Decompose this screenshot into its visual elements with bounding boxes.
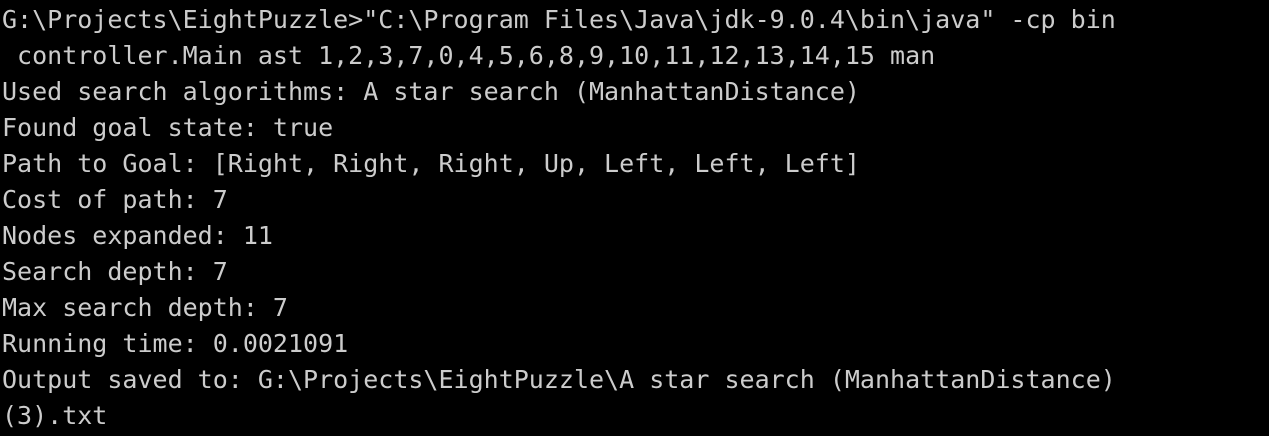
command-line: G:\Projects\EightPuzzle>"C:\Program File… xyxy=(2,5,1116,34)
output-max-search-depth: Max search depth: 7 xyxy=(2,293,288,322)
output-running-time: Running time: 0.0021091 xyxy=(2,329,349,358)
output-saved-path-continuation: (3).txt xyxy=(2,401,108,430)
output-search-depth: Search depth: 7 xyxy=(2,257,228,286)
output-goal-found: Found goal state: true xyxy=(2,113,334,142)
output-algorithm: Used search algorithms: A star search (M… xyxy=(2,77,860,106)
output-saved-path: Output saved to: G:\Projects\EightPuzzle… xyxy=(2,365,1116,394)
output-nodes-expanded: Nodes expanded: 11 xyxy=(2,221,273,250)
output-cost: Cost of path: 7 xyxy=(2,185,228,214)
output-path: Path to Goal: [Right, Right, Right, Up, … xyxy=(2,149,860,178)
command-line-continuation: controller.Main ast 1,2,3,7,0,4,5,6,8,9,… xyxy=(2,41,936,70)
console-window[interactable]: G:\Projects\EightPuzzle>"C:\Program File… xyxy=(0,0,1269,436)
